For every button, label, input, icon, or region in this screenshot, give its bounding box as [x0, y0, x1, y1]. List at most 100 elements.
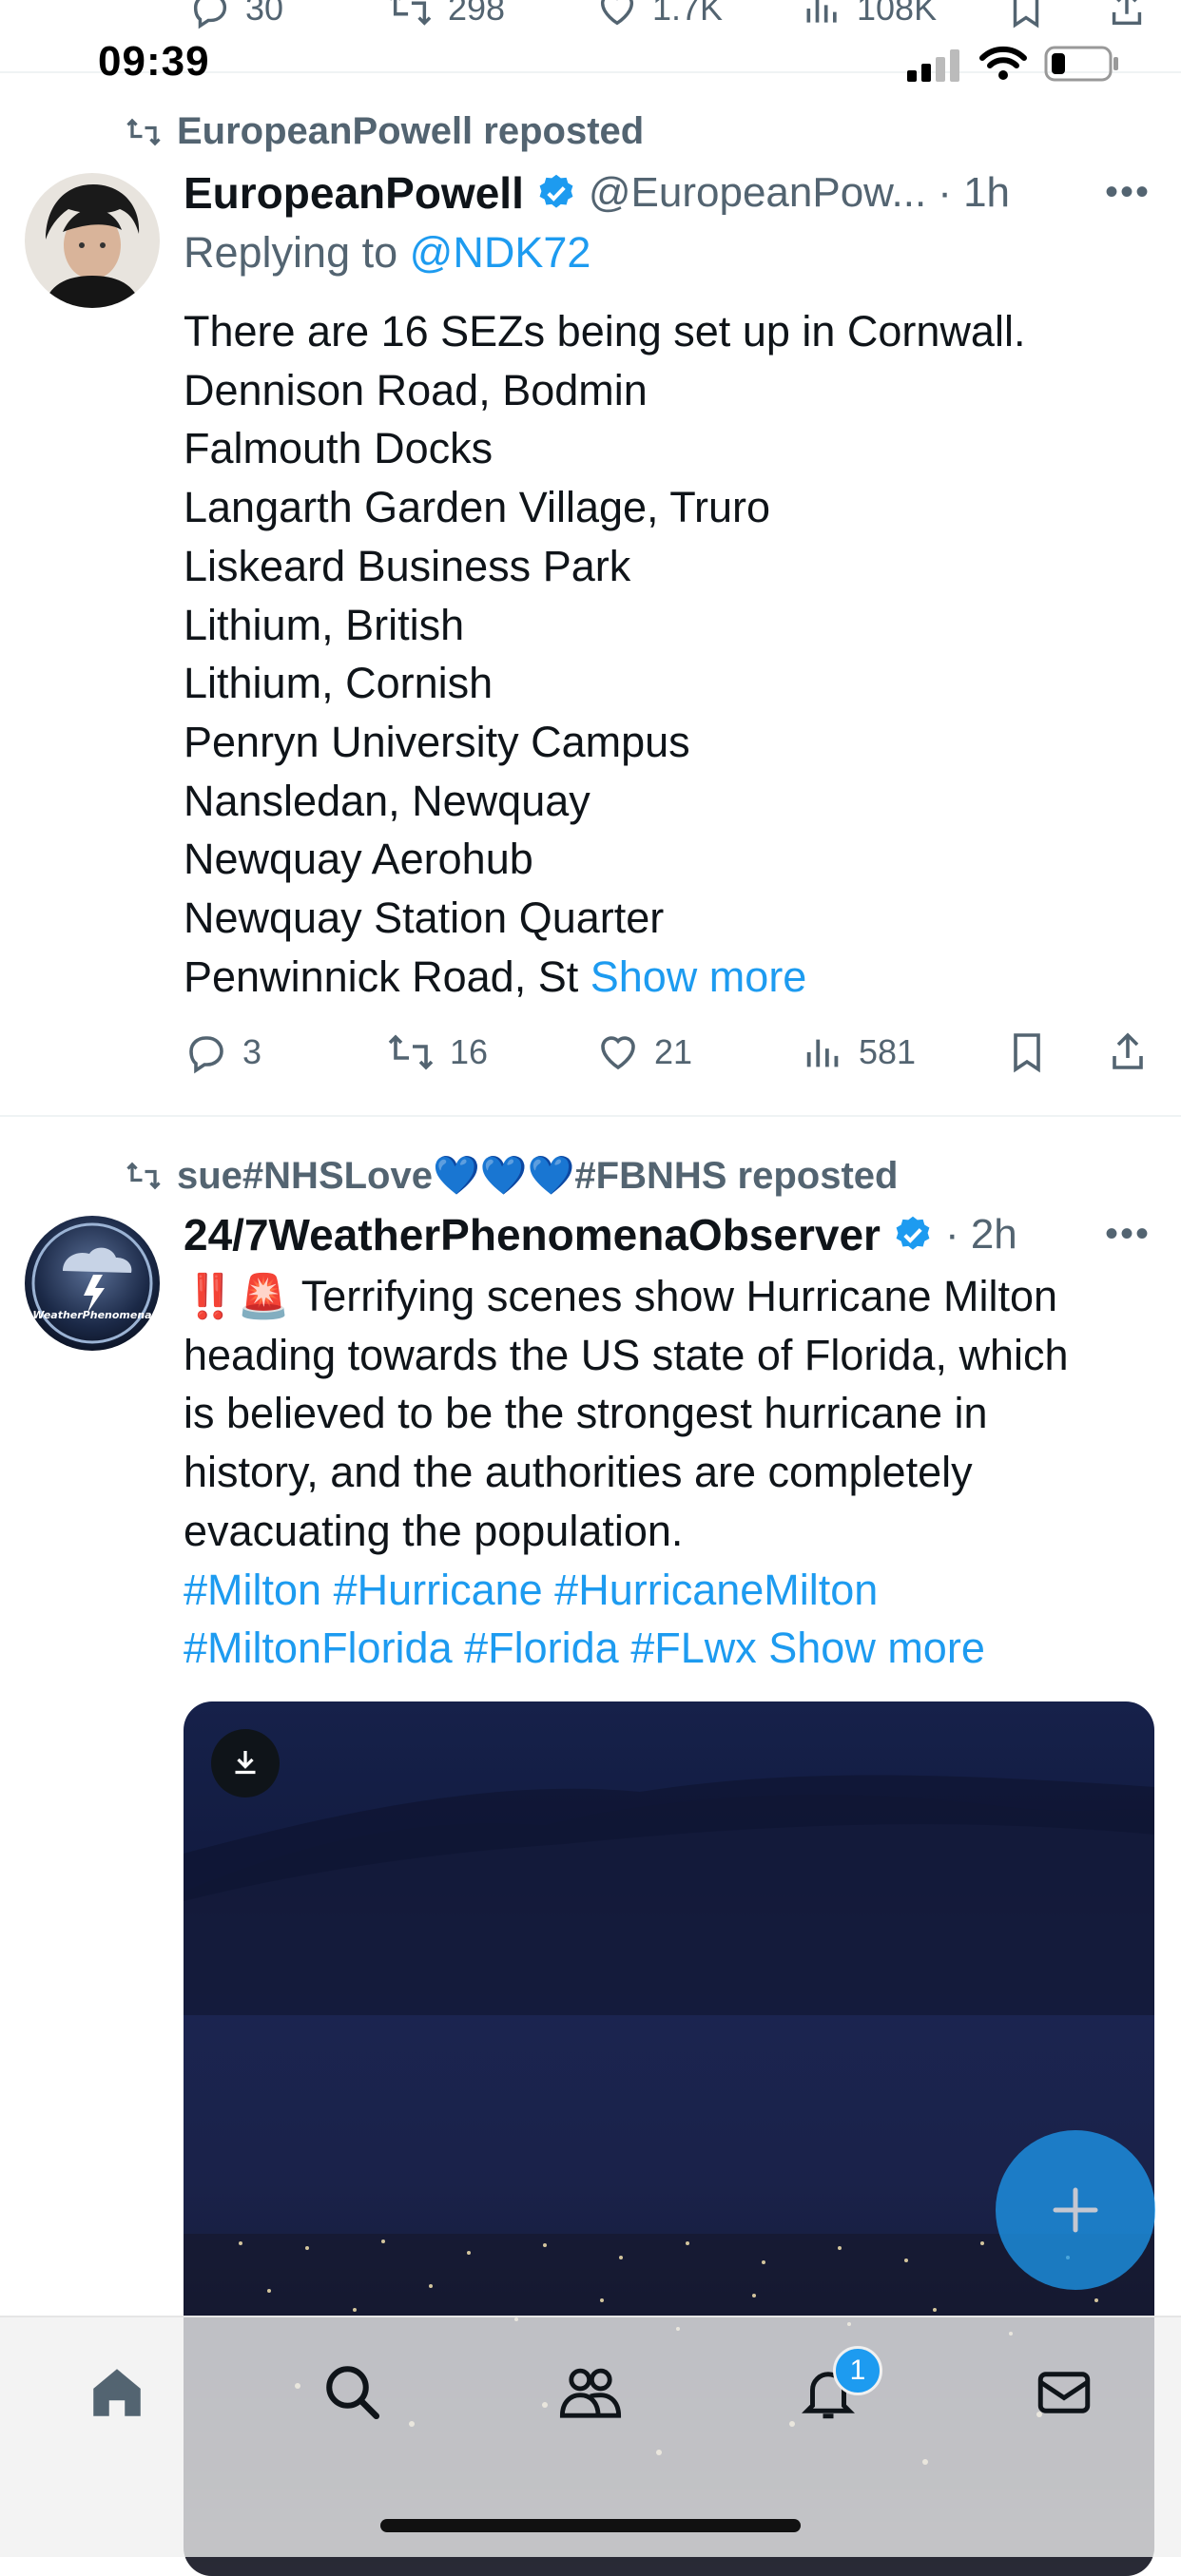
avatar-text: WeatherPhenomena	[32, 1309, 151, 1321]
display-name[interactable]: EuropeanPowell	[184, 167, 524, 219]
like-count: 1.7K	[652, 0, 724, 28]
tweet-text: There are 16 SEZs being set up in Cornwa…	[184, 302, 1025, 1006]
tweet-line: Falmouth Docks	[184, 424, 494, 473]
tweet-line: evacuating the population.	[184, 1506, 684, 1555]
hashtags-link[interactable]: #MiltonFlorida #Florida #FLwx	[184, 1624, 757, 1672]
verified-badge-icon	[892, 1214, 934, 1256]
like-count: 21	[654, 1032, 693, 1071]
repost-icon	[124, 115, 164, 149]
tweet-line: is believed to be the strongest hurrican…	[184, 1389, 988, 1438]
reply-button[interactable]: 3	[184, 1029, 261, 1075]
avatar[interactable]	[25, 173, 160, 308]
views-icon	[802, 0, 843, 30]
nav-home[interactable]	[86, 2361, 148, 2424]
tweet-divider	[0, 1115, 1181, 1117]
download-icon	[228, 1745, 262, 1779]
repost-context: sue#NHSLove💙💙💙#FBNHS reposted	[124, 1153, 898, 1198]
tweet-line: #MiltonFlorida #Florida #FLwx Show more	[184, 1619, 1069, 1678]
tweet-line: ‼️🚨 Terrifying scenes show Hurricane Mil…	[184, 1267, 1069, 1326]
heart-icon	[595, 1029, 641, 1075]
nav-notifications[interactable]: 1	[797, 2346, 882, 2424]
reply-icon	[188, 0, 232, 30]
show-more-link[interactable]: Show more	[590, 952, 807, 1001]
tweet-line: history, and the authorities are complet…	[184, 1448, 973, 1497]
notification-badge: 1	[833, 2346, 882, 2395]
repost-icon	[124, 1159, 164, 1193]
reposted-by-label: EuropeanPowell reposted	[177, 110, 645, 152]
tweet-header: EuropeanPowell @EuropeanPow... · 1h	[184, 167, 1010, 219]
views-count: 581	[859, 1032, 917, 1071]
tweet-header: 24/7WeatherPhenomenaObserver · 2h	[184, 1209, 1017, 1260]
alert-emoji: ‼️🚨	[184, 1272, 291, 1320]
views-count: 108K	[857, 0, 938, 28]
more-options-icon[interactable]: •••	[1105, 171, 1151, 214]
compose-button[interactable]	[996, 2130, 1155, 2290]
tweet-line: There are 16 SEZs being set up in Cornwa…	[184, 307, 1026, 356]
tweet-line: Penryn University Campus	[184, 717, 690, 766]
repost-count: 16	[450, 1032, 489, 1071]
download-button[interactable]	[211, 1729, 280, 1797]
views-button[interactable]: 108K	[802, 0, 937, 30]
hashtags-link[interactable]: #Milton #Hurricane #HurricaneMilton	[184, 1561, 1069, 1620]
tweet-time: · 2h	[944, 1211, 1017, 1258]
share-icon	[1107, 0, 1147, 30]
repost-button[interactable]: 298	[385, 0, 505, 30]
tweet-time: · 1h	[938, 169, 1011, 216]
search-icon	[321, 2361, 384, 2424]
nav-communities[interactable]	[557, 2361, 624, 2424]
tweet-line-text: Penwinnick Road, St	[184, 952, 579, 1001]
home-indicator[interactable]	[380, 2519, 801, 2532]
show-more-link[interactable]: Show more	[768, 1624, 985, 1672]
share-icon	[1107, 1029, 1149, 1075]
tweet-text: ‼️🚨 Terrifying scenes show Hurricane Mil…	[184, 1267, 1069, 1678]
bookmark-icon	[1006, 0, 1046, 30]
reply-button[interactable]: 30	[188, 0, 283, 30]
replying-to-label: Replying to	[184, 228, 398, 277]
bookmark-button[interactable]	[1006, 0, 1046, 30]
tweet-line: Lithium, British	[184, 600, 465, 649]
nav-messages[interactable]	[1033, 2361, 1095, 2424]
views-button[interactable]: 581	[802, 1029, 916, 1075]
tweet-line: Liskeard Business Park	[184, 541, 631, 590]
tweet-line: Lithium, Cornish	[184, 659, 494, 708]
tweet-actions: 3 16 21 581	[184, 1024, 1153, 1081]
battery-icon	[1044, 46, 1120, 87]
avatar[interactable]: WeatherPhenomena	[25, 1216, 160, 1351]
bookmark-icon	[1006, 1029, 1048, 1075]
replying-to-user-link[interactable]: @NDK72	[410, 228, 591, 277]
bookmark-button[interactable]	[1006, 1029, 1048, 1075]
share-button[interactable]	[1107, 0, 1147, 30]
like-button[interactable]: 21	[595, 1029, 692, 1075]
views-icon	[802, 1029, 845, 1075]
heart-icon	[595, 0, 639, 30]
reposted-by-label: sue#NHSLove💙💙💙#FBNHS reposted	[177, 1155, 899, 1197]
tweet-line-text: Terrifying scenes show Hurricane Milton	[300, 1272, 1058, 1320]
tweet-line: Langarth Garden Village, Truro	[184, 483, 771, 532]
display-name[interactable]: 24/7WeatherPhenomenaObserver	[184, 1209, 881, 1260]
replying-to: Replying to @NDK72	[184, 228, 590, 278]
tweet-line: Dennison Road, Bodmin	[184, 365, 648, 414]
cellular-signal-icon	[907, 49, 962, 87]
messages-icon	[1033, 2361, 1095, 2424]
wifi-icon	[979, 46, 1027, 87]
plus-icon	[1052, 2186, 1099, 2234]
reply-icon	[184, 1029, 229, 1075]
share-button[interactable]	[1107, 1029, 1149, 1075]
tweet-line: Penwinnick Road, St Show more	[184, 948, 1025, 1007]
repost-button[interactable]: 16	[385, 1029, 488, 1075]
tweet-line: heading towards the US state of Florida,…	[184, 1330, 1069, 1379]
reply-count: 3	[242, 1032, 262, 1071]
repost-icon	[385, 1029, 436, 1075]
like-button[interactable]: 1.7K	[595, 0, 723, 30]
reply-count: 30	[245, 0, 284, 28]
repost-icon	[385, 0, 435, 30]
user-handle: @EuropeanPow...	[588, 169, 927, 216]
communities-icon	[557, 2361, 624, 2424]
repost-context: EuropeanPowell reposted	[124, 110, 644, 153]
status-time: 09:39	[98, 38, 210, 85]
tweet-line: Newquay Aerohub	[184, 835, 533, 884]
verified-badge-icon	[535, 172, 577, 214]
tweet-line: Newquay Station Quarter	[184, 894, 665, 943]
more-options-icon[interactable]: •••	[1105, 1213, 1151, 1256]
nav-search[interactable]	[321, 2361, 384, 2424]
